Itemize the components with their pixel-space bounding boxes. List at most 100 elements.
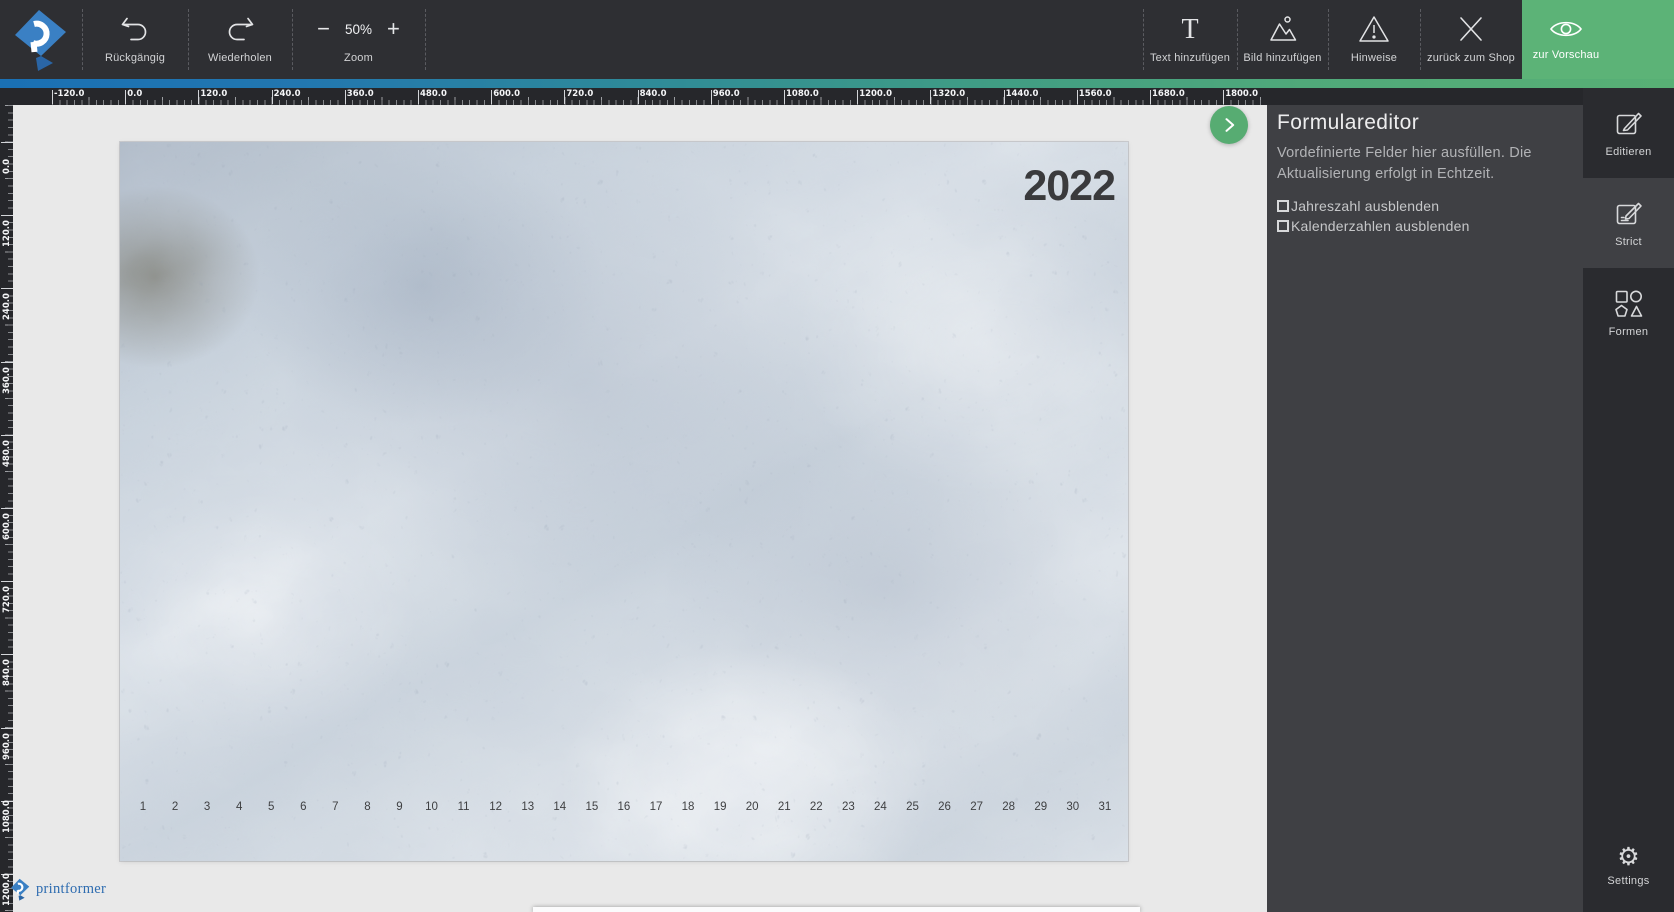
- year-text-field[interactable]: 2022: [1023, 162, 1115, 211]
- ruler-label: 600.0: [2, 513, 12, 540]
- undo-icon: [118, 14, 152, 44]
- calendar-day: 31: [1098, 801, 1112, 813]
- ruler-label: 1080.0: [786, 89, 819, 99]
- ruler-label: 120.0: [200, 89, 227, 99]
- ruler-tick: [1, 215, 13, 216]
- add-text-label: Text hinzufügen: [1150, 52, 1230, 64]
- image-icon: [1266, 14, 1300, 44]
- sidebar-item-label: Strict: [1615, 236, 1642, 248]
- ruler-label: 360.0: [347, 89, 374, 99]
- checkbox-hide-year[interactable]: Jahreszahl ausblenden: [1277, 196, 1571, 216]
- printformer-logo[interactable]: [12, 9, 68, 71]
- calendar-day: 20: [745, 801, 759, 813]
- calendar-day: 24: [873, 801, 887, 813]
- preview-button[interactable]: zur Vorschau: [1522, 0, 1674, 79]
- horizontal-ruler-labels: -120.00.0120.0240.0360.0480.0600.0720.08…: [0, 88, 1267, 105]
- calendar-days-row[interactable]: 1234567891011121314151617181920212223242…: [136, 801, 1112, 813]
- checkbox-label: Jahreszahl ausblenden: [1291, 198, 1439, 214]
- gear-icon: ⚙: [1617, 843, 1639, 871]
- sidebar-item-strict[interactable]: Strict: [1583, 178, 1674, 268]
- ruler-ticks: [52, 100, 1267, 105]
- calendar-day: 19: [713, 801, 727, 813]
- calendar-day: 11: [457, 801, 471, 813]
- calendar-day: 14: [553, 801, 567, 813]
- ruler-tick: [1, 508, 13, 509]
- zoom-value: 50%: [345, 22, 372, 37]
- calendar-day: 1: [136, 801, 150, 813]
- panel-top-strip: [1267, 88, 1583, 105]
- progress-gradient-bar: [0, 79, 1674, 88]
- calendar-day: 7: [328, 801, 342, 813]
- ruler-label: 120.0: [2, 220, 12, 247]
- checkbox-icon[interactable]: [1277, 220, 1289, 232]
- warning-icon: [1357, 14, 1391, 44]
- printformer-editor-app: Rückgängig Wiederholen − 50% + Zoom T Te…: [0, 0, 1674, 912]
- image-texture: [120, 142, 1128, 861]
- panel-description: Vordefinierte Felder hier ausfüllen. Die…: [1277, 143, 1571, 185]
- checkbox-hide-calendar-numbers[interactable]: Kalenderzahlen ausblenden: [1277, 216, 1571, 236]
- add-image-button[interactable]: Bild hinzufügen: [1237, 0, 1328, 79]
- calendar-day: 17: [649, 801, 663, 813]
- calendar-day: 6: [296, 801, 310, 813]
- checkbox-icon[interactable]: [1277, 200, 1289, 212]
- redo-button[interactable]: Wiederholen: [188, 0, 292, 79]
- ruler-tick: [1, 435, 13, 436]
- back-to-shop-button[interactable]: zurück zum Shop: [1420, 0, 1522, 79]
- shapes-icon: [1614, 289, 1644, 319]
- ruler-label: 0.0: [127, 89, 142, 99]
- close-icon: [1457, 14, 1485, 44]
- panel-title: Formulareditor: [1277, 111, 1571, 135]
- add-image-label: Bild hinzufügen: [1243, 52, 1321, 64]
- brand-wordmark: printformer: [36, 881, 106, 898]
- ruler-tick: [1, 362, 13, 363]
- undo-button[interactable]: Rückgängig: [82, 0, 188, 79]
- ruler-label: 1560.0: [1079, 89, 1112, 99]
- ruler-label: 1080.0: [2, 800, 12, 833]
- calendar-day: 9: [393, 801, 407, 813]
- calendar-day: 30: [1066, 801, 1080, 813]
- calendar-day: 4: [232, 801, 246, 813]
- calendar-day: 18: [681, 801, 695, 813]
- ruler-label: 840.0: [640, 89, 667, 99]
- ruler-tick: [1, 654, 13, 655]
- vertical-ruler: 0.0120.0240.0360.0480.0600.0720.0840.096…: [0, 105, 13, 912]
- printformer-footer-brand[interactable]: printformer: [10, 878, 106, 901]
- ruler-label: 240.0: [2, 294, 12, 321]
- zoom-out-button[interactable]: −: [317, 16, 330, 42]
- ruler-tick: [1, 142, 13, 143]
- sidebar-item-editieren[interactable]: Editieren: [1583, 88, 1674, 178]
- add-text-button[interactable]: T Text hinzufügen: [1143, 0, 1237, 79]
- ruler-label: 720.0: [566, 89, 593, 99]
- ruler-tick: [1, 728, 13, 729]
- zoom-label: Zoom: [344, 52, 373, 64]
- undo-label: Rückgängig: [105, 52, 165, 64]
- eye-icon: [1549, 17, 1583, 41]
- svg-text:T: T: [1181, 14, 1198, 44]
- redo-label: Wiederholen: [208, 52, 272, 64]
- calendar-day: 21: [777, 801, 791, 813]
- checkbox-label: Kalenderzahlen ausblenden: [1291, 218, 1470, 234]
- ruler-label: 720.0: [2, 586, 12, 613]
- panel-checkboxes: Jahreszahl ausblenden Kalenderzahlen aus…: [1277, 196, 1571, 236]
- calendar-day: 26: [938, 801, 952, 813]
- calendar-page-image[interactable]: 2022 12345678910111213141516171819202122…: [120, 142, 1128, 861]
- toolbar: Rückgängig Wiederholen − 50% + Zoom T Te…: [0, 0, 1674, 79]
- calendar-day: 23: [841, 801, 855, 813]
- settings-button[interactable]: ⚙ Settings: [1583, 826, 1674, 904]
- ruler-label: 600.0: [493, 89, 520, 99]
- hints-button[interactable]: Hinweise: [1328, 0, 1420, 79]
- ruler-label: 240.0: [274, 89, 301, 99]
- ruler-label: 1320.0: [932, 89, 965, 99]
- preview-label: zur Vorschau: [1533, 49, 1600, 61]
- sidebar-item-formen[interactable]: Formen: [1583, 268, 1674, 358]
- form-editor-panel: Formulareditor Vordefinierte Felder hier…: [1267, 105, 1583, 912]
- ruler-label: 840.0: [2, 660, 12, 687]
- collapse-panel-button[interactable]: [1210, 106, 1248, 144]
- ruler-label: 480.0: [420, 89, 447, 99]
- next-page-edge: [533, 907, 1140, 912]
- zoom-in-button[interactable]: +: [387, 16, 400, 42]
- calendar-day: 12: [489, 801, 503, 813]
- ruler-tick: [1, 581, 13, 582]
- ruler-tick: [1, 288, 13, 289]
- ruler-label: 0.0: [2, 159, 12, 174]
